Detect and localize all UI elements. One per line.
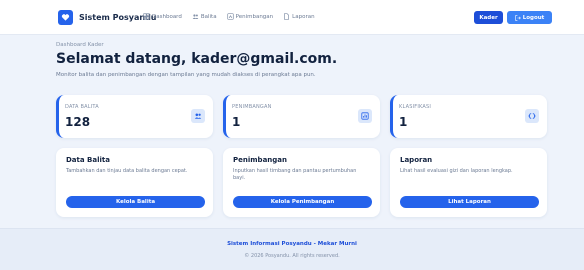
footer-title: Sistem Informasi Posyandu - Mekar Murni	[227, 241, 357, 247]
top-navbar: Sistem Posyandu Dashboard Balita Penimba…	[0, 0, 584, 35]
card-title: Data Balita	[66, 156, 110, 164]
breadcrumb: Dashboard Kader	[56, 42, 104, 48]
nav-balita[interactable]: Balita	[192, 13, 217, 20]
users-icon	[192, 14, 199, 19]
card-description: Inputkan hasil timbang dan pantau pertum…	[233, 168, 357, 181]
logout-label: Logout	[522, 14, 545, 21]
nav-penimbangan[interactable]: Penimbangan	[226, 13, 274, 20]
card-description: Tambahkan dan tinjau data balita dengan …	[66, 168, 188, 174]
footer: Sistem Informasi Posyandu - Mekar Murni …	[0, 228, 584, 270]
nav-dashboard-label: Dashboard	[152, 13, 182, 20]
page-subtitle: Monitor balita dan penimbangan dengan ta…	[56, 72, 316, 78]
stat-value: 128	[65, 115, 91, 129]
lihat-laporan-button[interactable]: Lihat Laporan	[400, 196, 539, 208]
logout-icon	[515, 14, 521, 21]
nav-laporan[interactable]: Laporan	[283, 13, 315, 20]
stat-value: 1	[232, 115, 241, 129]
stat-card-klasifikasi: KLASIFIKASI 1	[390, 95, 547, 138]
dashboard-icon	[143, 13, 150, 20]
footer-copyright: © 2026 Posyandu. All rights reserved.	[244, 253, 340, 259]
card-penimbangan: Penimbangan Inputkan hasil timbang dan p…	[223, 148, 380, 217]
stat-value: 1	[399, 115, 408, 129]
card-laporan: Laporan Lihat hasil evaluasi gizi dan la…	[390, 148, 547, 217]
nav-penimbangan-label: Penimbangan	[235, 13, 274, 20]
brand[interactable]: Sistem Posyandu	[58, 10, 157, 25]
users-icon	[191, 109, 205, 123]
card-description: Lihat hasil evaluasi gizi dan laporan le…	[400, 168, 513, 174]
scale-icon	[226, 13, 234, 20]
stat-card-balita: DATA BALITA 128	[56, 95, 213, 138]
stat-label: DATA BALITA	[65, 104, 99, 110]
page-title: Selamat datang, kader@gmail.com.	[56, 51, 338, 67]
card-data-balita: Data Balita Tambahkan dan tinjau data ba…	[56, 148, 213, 217]
kelola-penimbangan-button[interactable]: Kelola Penimbangan	[233, 196, 372, 208]
stat-label: PENIMBANGAN	[232, 104, 272, 110]
nav-balita-label: Balita	[200, 13, 217, 20]
kader-button[interactable]: Kader	[474, 11, 503, 24]
nav-laporan-label: Laporan	[292, 13, 315, 20]
document-icon	[284, 13, 290, 20]
card-title: Laporan	[400, 156, 433, 164]
stat-label: KLASIFIKASI	[399, 104, 432, 110]
chart-icon	[358, 109, 372, 123]
card-title: Penimbangan	[233, 156, 287, 164]
logout-button[interactable]: Logout	[507, 11, 552, 24]
stat-card-penimbangan: PENIMBANGAN 1	[223, 95, 380, 138]
heart-logo-icon	[58, 10, 73, 25]
code-icon	[525, 109, 539, 123]
kelola-balita-button[interactable]: Kelola Balita	[66, 196, 205, 208]
nav-dashboard[interactable]: Dashboard	[143, 13, 182, 20]
